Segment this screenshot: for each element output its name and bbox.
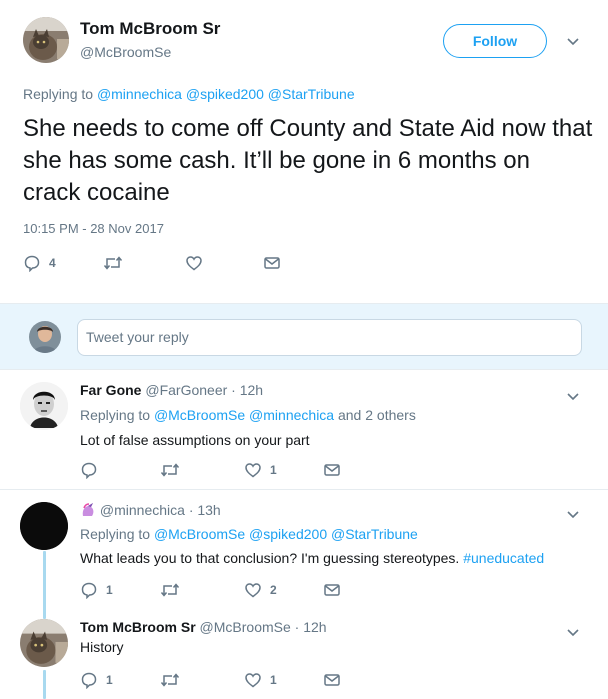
follow-button[interactable]: Follow bbox=[443, 24, 547, 58]
retweet-icon bbox=[160, 671, 180, 689]
dm-button[interactable] bbox=[263, 254, 281, 272]
replying-prefix: Replying to bbox=[23, 86, 94, 102]
avatar[interactable] bbox=[23, 17, 69, 63]
dm-button[interactable] bbox=[323, 581, 341, 599]
main-tweet: Tom McBroom Sr @McBroomSe Follow Replyin… bbox=[0, 0, 608, 303]
chevron-down-icon[interactable] bbox=[566, 389, 580, 407]
retweet-icon bbox=[103, 254, 123, 272]
reply-tweet[interactable]: Tom McBroom Sr @McBroomSe · 12h History … bbox=[0, 609, 608, 699]
like-button[interactable]: 2 bbox=[244, 581, 277, 599]
replying-mentions[interactable]: @McBroomSe @spiked200 @StarTribune bbox=[154, 526, 418, 542]
chevron-down-icon[interactable] bbox=[566, 625, 580, 643]
author-handle[interactable]: @McBroomSe bbox=[200, 619, 291, 635]
author-name[interactable]: Far Gone bbox=[80, 382, 141, 398]
replying-suffix[interactable]: and 2 others bbox=[338, 407, 416, 423]
reply-icon bbox=[23, 254, 41, 272]
retweet-icon bbox=[160, 581, 180, 599]
tweet-text: She needs to come off County and State A… bbox=[23, 115, 593, 206]
reply-author[interactable]: Far Gone @FarGoneer · 12h bbox=[80, 382, 263, 398]
reply-button[interactable]: 4 bbox=[23, 254, 56, 272]
envelope-icon bbox=[323, 581, 341, 599]
reply-count: 1 bbox=[106, 673, 113, 687]
reply-count: 1 bbox=[106, 583, 113, 597]
like-button[interactable]: 1 bbox=[244, 671, 277, 689]
envelope-icon bbox=[323, 671, 341, 689]
avatar[interactable] bbox=[20, 382, 68, 430]
author-handle[interactable]: @McBroomSe bbox=[80, 44, 171, 60]
retweet-button[interactable] bbox=[103, 254, 123, 272]
dm-button[interactable] bbox=[323, 461, 341, 479]
dm-button[interactable] bbox=[323, 671, 341, 689]
heart-icon bbox=[185, 254, 203, 272]
avatar[interactable] bbox=[20, 619, 68, 667]
replying-mentions[interactable]: @minnechica @spiked200 @StarTribune bbox=[97, 86, 355, 102]
reply-author[interactable]: @minnechica · 13h bbox=[80, 502, 221, 520]
like-count: 1 bbox=[270, 463, 277, 477]
tweet-actions: 4 bbox=[23, 252, 323, 276]
tweet-actions: 1 bbox=[80, 461, 380, 481]
reply-input[interactable]: Tweet your reply bbox=[77, 319, 582, 356]
avatar[interactable] bbox=[20, 502, 68, 550]
replying-to: Replying to @McBroomSe @minnechica and 2… bbox=[80, 407, 416, 423]
replying-to: Replying to @minnechica @spiked200 @Star… bbox=[23, 86, 355, 102]
replying-mentions[interactable]: @McBroomSe @minnechica bbox=[154, 407, 334, 423]
retweet-button[interactable] bbox=[160, 581, 180, 599]
tweet-text: Lot of false assumptions on your part bbox=[80, 432, 310, 448]
tweet-actions: 1 1 bbox=[80, 671, 380, 691]
tweet-text: What leads you to that conclusion? I'm g… bbox=[80, 550, 544, 566]
author-handle[interactable]: @FarGoneer bbox=[145, 382, 227, 398]
reply-time[interactable]: · 12h bbox=[295, 619, 327, 635]
envelope-icon bbox=[323, 461, 341, 479]
chevron-down-icon[interactable] bbox=[566, 34, 580, 52]
envelope-icon bbox=[263, 254, 281, 272]
reply-button[interactable]: 1 bbox=[80, 671, 113, 689]
like-button[interactable] bbox=[185, 254, 203, 272]
reply-button[interactable] bbox=[80, 461, 106, 479]
reply-icon bbox=[80, 581, 98, 599]
retweet-icon bbox=[160, 461, 180, 479]
like-button[interactable]: 1 bbox=[244, 461, 277, 479]
heart-icon bbox=[244, 461, 262, 479]
reply-author[interactable]: Tom McBroom Sr @McBroomSe · 12h bbox=[80, 619, 327, 635]
reply-icon bbox=[80, 671, 98, 689]
heart-icon bbox=[244, 671, 262, 689]
author-name[interactable]: Tom McBroom Sr bbox=[80, 619, 196, 635]
tweet-text: History bbox=[80, 639, 124, 655]
retweet-button[interactable] bbox=[160, 671, 180, 689]
like-count: 1 bbox=[270, 673, 277, 687]
reply-button[interactable]: 1 bbox=[80, 581, 113, 599]
reply-count: 4 bbox=[49, 256, 56, 270]
reply-tweet[interactable]: Far Gone @FarGoneer · 12h Replying to @M… bbox=[0, 371, 608, 489]
replying-prefix: Replying to bbox=[80, 407, 151, 423]
reply-icon bbox=[80, 461, 98, 479]
tweet-text-body: What leads you to that conclusion? I'm g… bbox=[80, 550, 460, 566]
heart-icon bbox=[244, 581, 262, 599]
like-count: 2 bbox=[270, 583, 277, 597]
author-handle[interactable]: @minnechica bbox=[100, 502, 185, 518]
reply-time[interactable]: · 12h bbox=[231, 382, 263, 398]
avatar bbox=[29, 321, 61, 353]
unicorn-emoji-icon bbox=[80, 502, 96, 520]
tweet-timestamp[interactable]: 10:15 PM - 28 Nov 2017 bbox=[23, 221, 164, 236]
replying-prefix: Replying to bbox=[80, 526, 151, 542]
author-name[interactable]: Tom McBroom Sr bbox=[80, 19, 220, 39]
reply-time[interactable]: · 13h bbox=[189, 502, 221, 518]
retweet-button[interactable] bbox=[160, 461, 180, 479]
chevron-down-icon[interactable] bbox=[566, 507, 580, 525]
hashtag-link[interactable]: #uneducated bbox=[463, 550, 544, 566]
reply-tweet[interactable]: @minnechica · 13h Replying to @McBroomSe… bbox=[0, 490, 608, 609]
reply-composer: Tweet your reply bbox=[0, 303, 608, 370]
replying-to: Replying to @McBroomSe @spiked200 @StarT… bbox=[80, 526, 418, 542]
tweet-actions: 1 2 bbox=[80, 581, 380, 601]
